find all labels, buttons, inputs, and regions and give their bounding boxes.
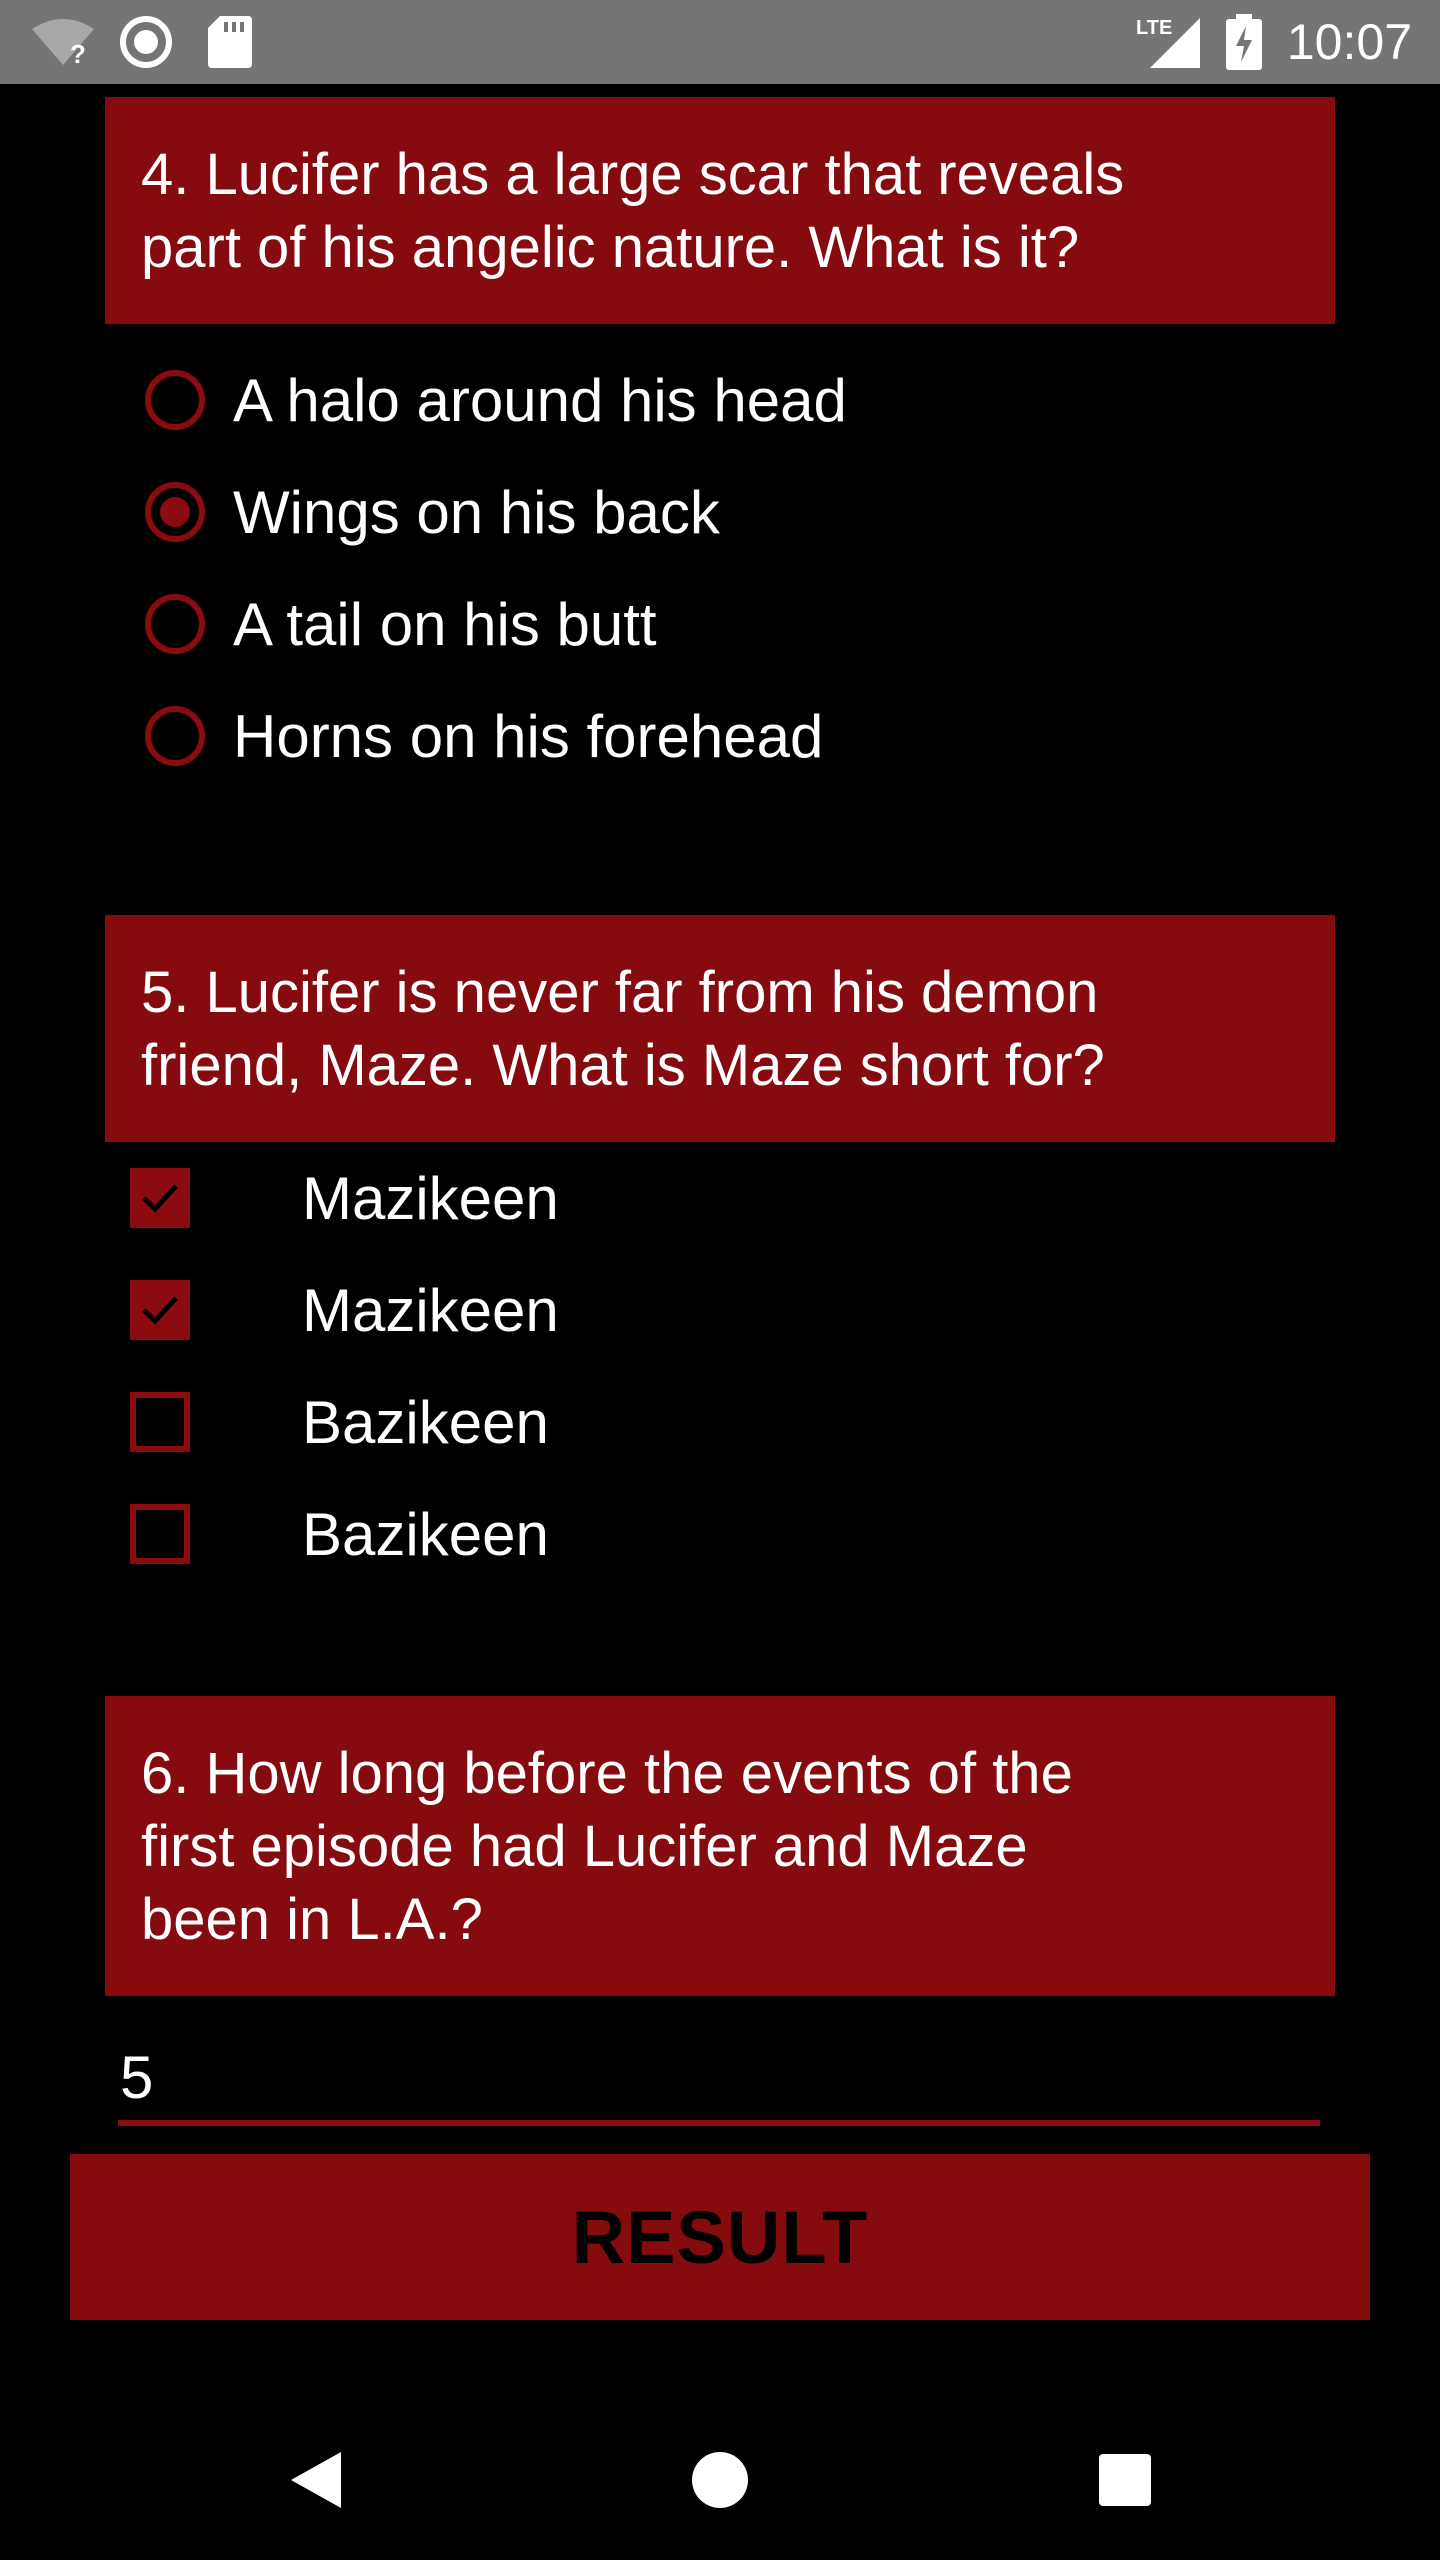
q5-option-1-label: Mazikeen [302,1164,559,1232]
q4-option-3-label: A tail on his butt [233,590,657,658]
q4-option-4[interactable]: Horns on his forehead [145,698,823,774]
q4-option-4-label: Horns on his forehead [233,702,824,770]
question-6-header: 6. How long before the events of the fir… [105,1696,1335,1996]
signal-icon: LTE [1134,0,1204,84]
checkbox-checked[interactable] [130,1168,190,1228]
q5-option-3-label: Bazikeen [302,1388,549,1456]
q5-option-1[interactable]: Mazikeen [130,1160,830,1236]
q4-option-3[interactable]: A tail on his butt [145,586,657,662]
question-5-text: 5. Lucifer is never far from his demon f… [141,959,1105,1098]
radio-button[interactable] [145,594,205,654]
q5-option-2[interactable]: Mazikeen [130,1272,830,1348]
radio-button[interactable] [145,706,205,766]
answer-input[interactable]: 5 [118,2030,1320,2126]
sync-icon [118,0,174,84]
check-icon [142,1296,178,1325]
q5-option-2-label: Mazikeen [302,1276,559,1344]
q5-option-4[interactable]: Bazikeen [130,1496,830,1572]
q4-option-1-label: A halo around his head [233,366,847,434]
radio-button-selected[interactable] [145,482,205,542]
checkbox-checked[interactable] [130,1280,190,1340]
status-bar: ? LTE 10:07 [0,0,1440,84]
recents-icon[interactable] [1070,2400,1180,2560]
q4-option-2[interactable]: Wings on his back [145,474,720,550]
check-icon [142,1184,178,1213]
q5-option-3[interactable]: Bazikeen [130,1384,830,1460]
clock: 10:07 [1286,14,1412,70]
checkbox[interactable] [130,1392,190,1452]
radio-button[interactable] [145,370,205,430]
wifi-unknown-icon: ? [30,0,96,84]
battery-charging-icon [1226,0,1262,84]
result-button[interactable]: RESULT [70,2154,1370,2320]
q4-option-1[interactable]: A halo around his head [145,362,847,438]
question-6-text: 6. How long before the events of the fir… [141,1740,1073,1952]
navigation-bar [0,2400,1440,2560]
q5-option-4-label: Bazikeen [302,1500,549,1568]
q4-option-2-label: Wings on his back [233,478,720,546]
sd-card-icon [208,0,252,84]
question-4-header: 4. Lucifer has a large scar that reveals… [105,97,1335,324]
question-5-header: 5. Lucifer is never far from his demon f… [105,915,1335,1142]
checkbox[interactable] [130,1504,190,1564]
svg-text:?: ? [70,39,86,67]
home-icon[interactable] [665,2400,775,2560]
back-icon[interactable] [260,2400,370,2560]
question-4-text: 4. Lucifer has a large scar that reveals… [141,141,1125,280]
network-type-label: LTE [1136,17,1172,39]
